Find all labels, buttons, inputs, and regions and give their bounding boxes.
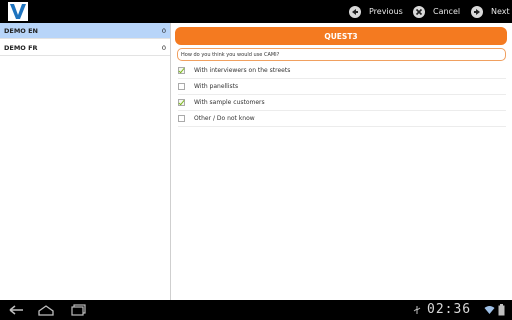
sidebar-item-label: DEMO FR	[4, 43, 38, 52]
sidebar-item-demo-fr[interactable]: DEMO FR 0	[0, 40, 170, 56]
option-interviewers[interactable]: With interviewers on the streets	[178, 63, 506, 79]
back-icon[interactable]	[8, 304, 26, 316]
v-logo-icon	[8, 2, 28, 21]
question-title: QUEST3	[175, 27, 507, 45]
sidebar-item-label: DEMO EN	[4, 26, 38, 35]
checkbox-unchecked[interactable]	[178, 83, 185, 90]
checkbox-unchecked[interactable]	[178, 115, 185, 122]
close-icon	[413, 5, 425, 18]
option-other[interactable]: Other / Do not know	[178, 111, 506, 127]
home-icon[interactable]	[37, 304, 55, 316]
usb-icon	[412, 305, 422, 315]
question-text: How do you think you would use CAMI?	[177, 48, 506, 61]
previous-button[interactable]: Previous	[349, 3, 403, 20]
battery-icon	[498, 304, 505, 316]
cancel-label: Cancel	[433, 7, 461, 16]
sidebar: DEMO EN 0 DEMO FR 0	[0, 23, 171, 300]
cancel-button[interactable]: Cancel	[413, 3, 460, 20]
checkbox-checked[interactable]	[178, 67, 185, 74]
question-panel: QUEST3 How do you think you would use CA…	[171, 23, 512, 300]
content-area: DEMO EN 0 DEMO FR 0 QUEST3 How do you th…	[0, 23, 512, 300]
recent-apps-icon[interactable]	[70, 304, 88, 316]
arrow-left-icon	[349, 5, 361, 18]
previous-label: Previous	[369, 7, 403, 16]
option-label: With panellists	[194, 83, 239, 90]
sidebar-item-count: 0	[161, 43, 166, 52]
option-label: With sample customers	[194, 99, 265, 106]
option-panellists[interactable]: With panellists	[178, 79, 506, 95]
option-label: With interviewers on the streets	[194, 67, 291, 74]
wifi-icon	[484, 305, 495, 315]
arrow-right-icon	[471, 5, 483, 18]
sidebar-item-count: 0	[161, 26, 166, 35]
sidebar-item-demo-en[interactable]: DEMO EN 0	[0, 23, 170, 39]
option-label: Other / Do not know	[194, 115, 255, 122]
next-button[interactable]: Next	[471, 3, 510, 20]
checkbox-checked[interactable]	[178, 99, 185, 106]
option-sample-customers[interactable]: With sample customers	[178, 95, 506, 111]
action-bar: Previous Cancel Next	[0, 0, 512, 23]
system-bar: 02:36	[0, 300, 512, 320]
clock: 02:36	[427, 302, 472, 317]
next-label: Next	[491, 7, 510, 16]
